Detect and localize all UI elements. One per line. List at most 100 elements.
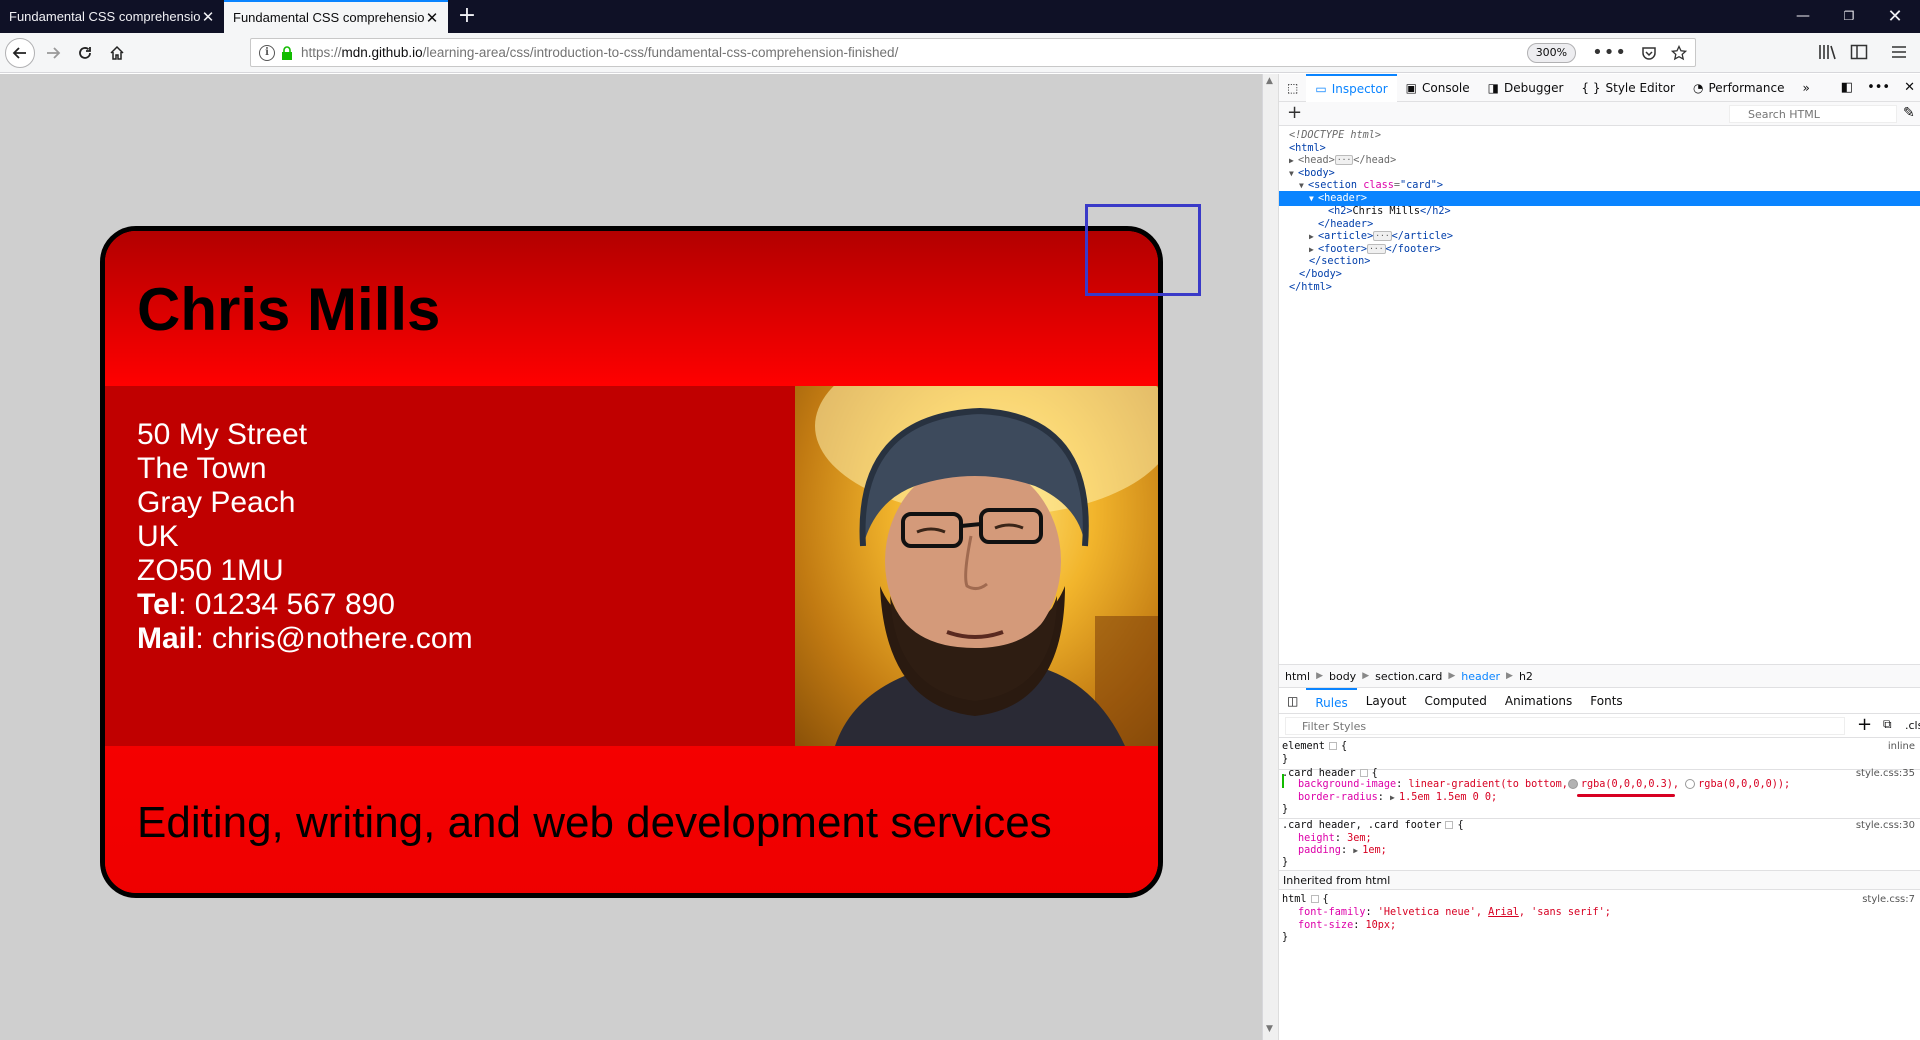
url-bar[interactable]: i https://mdn.github.io/learning-area/cs… <box>250 38 1696 67</box>
tab-close-icon[interactable]: ✕ <box>424 9 440 27</box>
property-name: padding <box>1298 845 1341 856</box>
body-close: </body> <box>1299 269 1342 280</box>
tab-rules[interactable]: Rules <box>1306 687 1357 714</box>
pocket-icon[interactable] <box>1641 45 1657 61</box>
address-line: ZO50 1MU <box>137 554 284 587</box>
chevron-right-icon: ▶ <box>1448 671 1456 681</box>
markup-toolbar: + ⌕ ✎ <box>1279 102 1920 126</box>
breadcrumb-item[interactable]: body <box>1329 670 1356 683</box>
devtools-menu-icon[interactable]: ••• <box>1867 80 1890 95</box>
breadcrumb-item-active[interactable]: header <box>1461 670 1500 683</box>
bookmark-star-icon[interactable] <box>1671 44 1687 61</box>
declaration-line[interactable]: background-image: linear-gradient(to bot… <box>1279 778 1920 792</box>
forward-button[interactable] <box>38 38 68 68</box>
card-header: Chris Mills <box>105 231 1158 386</box>
page-actions-icon[interactable]: ••• <box>1592 42 1627 63</box>
url-prefix: https:// <box>301 45 342 60</box>
tab-title: Fundamental CSS comprehension <box>233 10 424 25</box>
back-button[interactable] <box>5 38 35 68</box>
more-tabs-chevron-icon[interactable]: » <box>1794 74 1819 102</box>
declaration-line[interactable]: font-family: 'Helvetica neue', Arial, 's… <box>1279 906 1920 920</box>
head-close: </head> <box>1353 155 1397 166</box>
tab-layout[interactable]: Layout <box>1357 688 1416 714</box>
filter-styles-input[interactable] <box>1285 717 1845 735</box>
tab-active[interactable]: Fundamental CSS comprehension ✕ <box>224 0 448 33</box>
print-simulation-icon[interactable]: ⧉ <box>1883 717 1892 732</box>
tab-computed[interactable]: Computed <box>1416 688 1496 714</box>
reload-button[interactable] <box>70 38 100 68</box>
scroll-up-icon[interactable]: ▲ <box>1266 76 1273 86</box>
page-scrollbar[interactable]: ▲ ▼ <box>1263 74 1279 1040</box>
devtools-main: ⬚ ▭ Inspector ▣ Console ◨ Debugger { } Style… <box>1279 73 1920 1040</box>
add-rule-button[interactable]: + <box>1857 714 1872 736</box>
inspector-icon: ▭ <box>1315 81 1327 96</box>
breadcrumb-item[interactable]: html <box>1285 670 1310 683</box>
article-close: </article> <box>1391 231 1453 242</box>
rule-source[interactable]: inline <box>1888 740 1915 754</box>
tab-fonts[interactable]: Fonts <box>1581 688 1631 714</box>
tab-inspector[interactable]: ▭ Inspector <box>1306 73 1397 102</box>
tab-debugger[interactable]: ◨ Debugger <box>1479 74 1573 102</box>
toggle-sidebar-icon[interactable]: ◫ <box>1279 694 1306 708</box>
checkbox-icon[interactable] <box>1310 895 1319 903</box>
page-viewport: Chris Mills 50 My Street The Town Gray P… <box>0 74 1262 1040</box>
close-window-button[interactable]: ✕ <box>1872 0 1918 33</box>
css-rules-view: element{inline } .card header{style.css:… <box>1279 738 1920 1040</box>
property-value: 3em; <box>1347 833 1372 844</box>
breadcrumb-item[interactable]: section.card <box>1375 670 1442 683</box>
dock-icon[interactable]: ◧ <box>1841 80 1853 95</box>
new-tab-button[interactable]: + <box>454 3 480 29</box>
ellipsis-icon[interactable]: ··· <box>1373 231 1392 241</box>
tab-inactive[interactable]: Fundamental CSS comprehension ✕ <box>0 0 224 33</box>
ellipsis-icon[interactable]: ··· <box>1334 155 1354 165</box>
search-html-input[interactable] <box>1729 105 1897 123</box>
tab-close-icon[interactable]: ✕ <box>200 8 216 26</box>
tel-label: Tel <box>137 588 179 621</box>
info-icon[interactable]: i <box>259 44 275 61</box>
breadcrumb-item[interactable]: h2 <box>1519 670 1533 683</box>
hamburger-menu-icon[interactable] <box>1890 43 1908 61</box>
tab-console[interactable]: ▣ Console <box>1397 74 1479 102</box>
checkbox-icon[interactable] <box>1445 821 1454 829</box>
tab-label: Style Editor <box>1605 80 1675 95</box>
tab-label: Inspector <box>1331 81 1388 96</box>
scroll-down-icon[interactable]: ▼ <box>1266 1024 1273 1034</box>
eyedropper-icon[interactable]: ✎ <box>1903 105 1915 121</box>
tab-style-editor[interactable]: { } Style Editor <box>1572 74 1684 102</box>
sidebar-icon[interactable] <box>1850 43 1868 61</box>
back-arrow-icon <box>12 47 26 59</box>
library-icon[interactable] <box>1818 43 1836 61</box>
checkbox-icon[interactable] <box>1328 742 1337 750</box>
minimize-button[interactable]: — <box>1780 0 1826 33</box>
zoom-level-badge[interactable]: 300% <box>1526 42 1577 63</box>
home-button[interactable] <box>102 38 132 68</box>
address-line: The Town <box>137 452 267 485</box>
add-node-icon[interactable]: + <box>1287 102 1302 124</box>
property-name: border-radius <box>1298 792 1378 803</box>
property-name: font-family <box>1298 907 1366 918</box>
title-bar: Fundamental CSS comprehension ✕ Fundamen… <box>0 0 1920 33</box>
restore-button[interactable]: ❐ <box>1826 0 1872 33</box>
article-node: <article> <box>1318 231 1374 242</box>
devtools-close-icon[interactable]: ✕ <box>1904 80 1915 95</box>
element-picker-icon[interactable]: ⬚ <box>1279 74 1306 102</box>
rule-source[interactable]: style.css:30 <box>1856 819 1915 833</box>
ellipsis-icon[interactable]: ··· <box>1367 244 1386 254</box>
card-name-heading: Chris Mills <box>137 276 441 343</box>
tab-animations[interactable]: Animations <box>1496 688 1581 714</box>
rule-source[interactable]: style.css:7 <box>1862 893 1915 907</box>
property-value: rgba(0,0,0,0)); <box>1698 779 1791 790</box>
address-line: UK <box>137 520 179 553</box>
tab-performance[interactable]: ◔ Performance <box>1684 74 1794 102</box>
debugger-icon: ◨ <box>1487 80 1499 95</box>
cls-button[interactable]: .cls <box>1905 719 1920 732</box>
card-article: 50 My Street The Town Gray Peach UK ZO50… <box>105 386 1158 746</box>
color-swatch-icon[interactable] <box>1685 779 1696 789</box>
color-swatch-icon[interactable] <box>1567 779 1578 789</box>
devtools-panel: ▲ ▼ ⬚ ▭ Inspector ▣ Console ◨ Debugger { } S… <box>1262 73 1920 1040</box>
checkbox-icon[interactable] <box>1359 769 1368 777</box>
url-text[interactable]: https://mdn.github.io/learning-area/css/… <box>301 45 1527 60</box>
markup-line[interactable]: </html> <box>1279 280 1920 295</box>
filter-bar: ⏷ + ⧉ .cls <box>1279 714 1920 738</box>
property-value-font[interactable]: Arial <box>1488 907 1519 918</box>
